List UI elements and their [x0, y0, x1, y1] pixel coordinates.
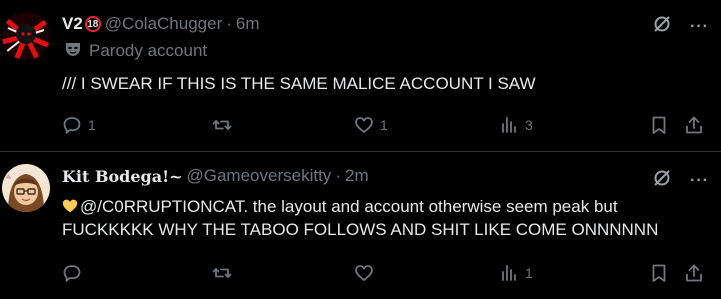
- share-icon: [686, 264, 702, 282]
- tweet-header: Kit Bodega!~ @Gameoversekitty · 2m: [62, 165, 713, 187]
- views-icon: [502, 117, 516, 133]
- tweet-text: @/C0RRUPTIONCAT. the layout and account …: [62, 195, 713, 241]
- parody-label: Parody account: [62, 40, 713, 62]
- timestamp[interactable]: 2m: [345, 166, 369, 186]
- parody-label-text: Parody account: [89, 41, 208, 60]
- share-button[interactable]: [684, 263, 704, 283]
- avatar[interactable]: [2, 12, 50, 60]
- tweet-text-line2: FUCKKKKK WHY THE TABOO FOLLOWS AND SHIT …: [62, 220, 659, 239]
- more-icon[interactable]: ···: [690, 18, 709, 36]
- bookmark-button[interactable]: [649, 115, 669, 135]
- tweet-actions: 1: [62, 263, 713, 285]
- heart-icon: [355, 117, 373, 133]
- share-icon: [686, 116, 702, 134]
- tweet-text-line: @/C0RRUPTIONCAT. the layout and account …: [62, 195, 713, 218]
- tweet-header: V2 18 @ColaChugger · 6m: [62, 13, 713, 35]
- tweet-text-line1: @/C0RRUPTIONCAT. the layout and account …: [80, 197, 618, 216]
- mask-icon: [64, 40, 82, 63]
- tweet-actions: 1 1 3: [62, 115, 713, 137]
- tweet-card[interactable]: V2 18 @ColaChugger · 6m Parody account /…: [0, 0, 721, 152]
- dot-separator: ·: [335, 166, 341, 185]
- more-icon[interactable]: ···: [690, 172, 709, 190]
- like-button[interactable]: [354, 263, 380, 283]
- repost-button[interactable]: [212, 115, 238, 135]
- tweet-top-actions: ···: [652, 14, 709, 39]
- age-18-badge-icon: 18: [84, 16, 101, 32]
- reply-count: 1: [88, 117, 96, 133]
- views-button[interactable]: 3: [499, 115, 533, 135]
- display-name[interactable]: V2: [62, 14, 83, 34]
- like-count: 1: [380, 117, 388, 133]
- bookmark-icon: [652, 116, 666, 134]
- repost-button[interactable]: [212, 263, 238, 283]
- user-handle[interactable]: @ColaChugger: [105, 14, 222, 34]
- bookmark-button[interactable]: [649, 263, 669, 283]
- reply-icon: [63, 265, 81, 282]
- avatar[interactable]: [2, 164, 50, 212]
- tweet-body: Kit Bodega!~ @Gameoversekitty · 2m @/C0R…: [62, 165, 713, 241]
- dot-separator: ·: [226, 14, 232, 33]
- reply-icon: [63, 117, 81, 134]
- bookmark-icon: [652, 264, 666, 282]
- grok-icon[interactable]: [652, 14, 672, 39]
- like-button[interactable]: 1: [354, 115, 388, 135]
- reply-button[interactable]: [62, 263, 88, 283]
- yellow-heart-emoji: [62, 199, 78, 213]
- tweet-body: V2 18 @ColaChugger · 6m Parody account /…: [62, 13, 713, 95]
- tweet-card[interactable]: Kit Bodega!~ @Gameoversekitty · 2m @/C0R…: [0, 152, 721, 299]
- tweet-text: /// I SWEAR IF THIS IS THE SAME MALICE A…: [62, 74, 536, 93]
- grok-icon[interactable]: [652, 168, 672, 193]
- repost-icon: [212, 268, 232, 278]
- repost-icon: [212, 120, 232, 130]
- display-name[interactable]: Kit Bodega!~: [62, 167, 183, 186]
- timestamp[interactable]: 6m: [236, 14, 260, 34]
- user-handle[interactable]: @Gameoversekitty: [187, 166, 332, 186]
- reply-button[interactable]: 1: [62, 115, 96, 135]
- views-icon: [502, 265, 516, 281]
- heart-icon: [355, 265, 373, 281]
- share-button[interactable]: [684, 115, 704, 135]
- tweet-top-actions: ···: [652, 168, 709, 193]
- views-count: 3: [525, 117, 533, 133]
- views-count: 1: [525, 265, 533, 281]
- views-button[interactable]: 1: [499, 263, 533, 283]
